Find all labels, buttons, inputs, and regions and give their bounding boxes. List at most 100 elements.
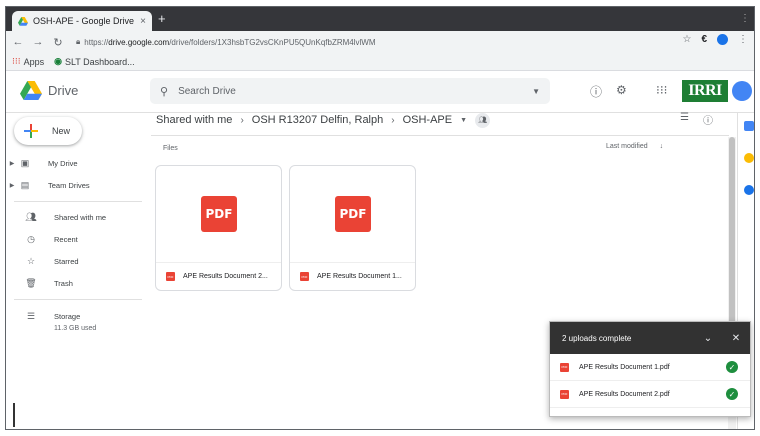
window-controls-icon[interactable]: ⋮ [740, 13, 750, 24]
apps-grid-icon: ⁝⁝⁝ [12, 56, 21, 66]
sort-control[interactable]: Last modified ↓ [606, 143, 663, 150]
sidebar-item-label: Starred [54, 256, 79, 266]
file-name: APE Results Document 2... [183, 273, 268, 280]
view-controls: ☰ ⓘ [680, 112, 713, 127]
pdf-file-icon: PDF [560, 362, 569, 372]
header-divider [151, 135, 729, 136]
search-options-icon[interactable]: ▼ [532, 87, 540, 96]
sidebar-item-starred[interactable]: ☆ Starred [6, 251, 146, 271]
storage-used-text: 11.3 GB used [54, 325, 97, 332]
files-section-label: Files [163, 145, 178, 152]
bookmark-apps[interactable]: ⁝⁝⁝ Apps [12, 56, 44, 67]
file-card-footer: PDF APE Results Document 1... [290, 262, 415, 290]
chevron-right-icon: › [240, 114, 244, 126]
expand-arrow-icon[interactable]: ▶ [6, 182, 18, 189]
address-bar[interactable]: https://drive.google.com/drive/folders/1… [84, 38, 375, 47]
url-host: drive.google.com [108, 37, 170, 47]
file-card[interactable]: PDF PDF APE Results Document 2... [155, 165, 282, 291]
url-prefix: https:// [84, 37, 109, 47]
close-icon[interactable]: ✕ [722, 333, 750, 344]
check-complete-icon: ✓ [726, 388, 738, 400]
trash-icon: 🗑︎ [25, 277, 37, 288]
details-info-icon[interactable]: ⓘ [703, 112, 713, 127]
sidebar: New ▶ ▣ My Drive ▶ ▤ Team Drives 👥︎ Shar… [6, 113, 151, 429]
settings-gear-icon[interactable]: ⚙ [616, 83, 627, 97]
search-placeholder: Search Drive [178, 85, 236, 97]
file-card[interactable]: PDF PDF APE Results Document 1... [289, 165, 416, 291]
profile-icon[interactable] [717, 34, 728, 45]
upload-panel-header: 2 uploads complete ⌄ ✕ [550, 322, 750, 354]
shared-with-me-icon: 👥︎ [25, 211, 37, 222]
team-drives-icon: ▤ [20, 179, 30, 190]
tab-close-icon[interactable]: × [140, 16, 146, 27]
keep-icon[interactable] [744, 153, 754, 163]
sort-direction-arrow-icon[interactable]: ↓ [660, 143, 664, 150]
drive-logo[interactable]: Drive [20, 81, 78, 100]
drive-logo-icon [20, 81, 42, 100]
breadcrumb-item[interactable]: Shared with me [156, 114, 232, 126]
drive-header: Drive ⚲ Search Drive ▼ ⓘ ⚙ ⁝⁝⁝ IRRI [6, 71, 754, 113]
search-icon[interactable]: ⚲ [160, 85, 168, 98]
sidebar-item-storage[interactable]: ☰ Storage [6, 306, 146, 326]
sidebar-item-shared-with-me[interactable]: 👥︎ Shared with me [6, 207, 146, 227]
sidebar-item-label: Recent [54, 234, 78, 244]
bookmark-label: SLT Dashboard... [64, 56, 135, 67]
bookmark-label: Apps [23, 56, 45, 67]
list-view-icon[interactable]: ☰ [680, 112, 689, 127]
my-drive-icon: ▣ [20, 157, 30, 168]
upload-row[interactable]: PDF APE Results Document 1.pdf ✓ [550, 354, 750, 381]
url-path: /drive/folders/1X3hsbTG2vsCKnPU5QUnKqfbZ… [169, 37, 376, 47]
chevron-right-icon: › [391, 114, 395, 126]
drive-favicon-icon [18, 16, 28, 26]
new-plus-icon [24, 124, 38, 138]
lock-icon: 🔒︎ [76, 37, 81, 46]
help-icon[interactable]: ⓘ [590, 83, 602, 100]
browser-menu-icon[interactable]: ⋮ [738, 34, 748, 45]
browser-toolbar: ← → ↻ 🔒︎ https://drive.google.com/drive/… [6, 31, 754, 53]
drive-product-name: Drive [48, 83, 79, 98]
tasks-icon[interactable] [744, 185, 754, 195]
breadcrumb: Shared with me › OSH R13207 Delfin, Ralp… [156, 109, 491, 131]
folder-menu-dropdown-icon[interactable]: ▼ [460, 117, 467, 124]
reload-icon[interactable]: ↻ [50, 36, 66, 49]
extension-icon[interactable]: € [701, 34, 707, 45]
apps-launcher-icon[interactable]: ⁝⁝⁝ [656, 83, 667, 97]
sidebar-item-trash[interactable]: 🗑︎ Trash [6, 273, 146, 293]
bookmark-slt-dashboard[interactable]: ◉ SLT Dashboard... [54, 56, 135, 67]
star-icon: ☆ [26, 255, 36, 266]
upload-row[interactable]: PDF APE Results Document 2.pdf ✓ [550, 381, 750, 408]
sidebar-item-team-drives[interactable]: ▶ ▤ Team Drives [6, 175, 146, 195]
file-card-footer: PDF APE Results Document 2... [156, 262, 281, 290]
irri-logo: IRRI [682, 80, 728, 102]
sidebar-item-label: Trash [54, 278, 73, 288]
shared-folder-icon: 👥︎ [475, 112, 491, 128]
new-button[interactable]: New [14, 117, 82, 145]
breadcrumb-item[interactable]: OSH R13207 Delfin, Ralph [252, 114, 383, 126]
pdf-file-icon: PDF [166, 272, 175, 281]
calendar-icon[interactable] [744, 121, 754, 131]
breadcrumb-current-folder[interactable]: OSH-APE [403, 114, 453, 126]
expand-arrow-icon[interactable]: ▶ [6, 160, 18, 167]
browser-window: OSH-APE - Google Drive × + ⋮ ← → ↻ 🔒︎ ht… [5, 6, 755, 430]
sidebar-item-label: Team Drives [48, 180, 90, 190]
sidebar-divider [14, 299, 142, 300]
collapse-chevron-icon[interactable]: ⌄ [694, 333, 722, 344]
browser-tab[interactable]: OSH-APE - Google Drive × [12, 11, 152, 31]
back-icon[interactable]: ← [10, 36, 26, 48]
account-avatar[interactable] [732, 81, 752, 101]
bookmark-star-icon[interactable]: ☆ [682, 34, 691, 45]
file-name: APE Results Document 1... [317, 273, 402, 280]
sidebar-item-my-drive[interactable]: ▶ ▣ My Drive [6, 153, 146, 173]
tab-strip: OSH-APE - Google Drive × + ⋮ [6, 7, 754, 31]
sidebar-item-label: Shared with me [54, 212, 107, 222]
pdf-file-icon: PDF [300, 272, 309, 281]
search-input[interactable]: ⚲ Search Drive ▼ [150, 78, 550, 104]
new-tab-button[interactable]: + [158, 11, 166, 27]
left-edge-marker [13, 403, 15, 427]
sidebar-item-recent[interactable]: ◷ Recent [6, 229, 146, 249]
sort-label: Last modified [606, 143, 648, 150]
upload-panel-title: 2 uploads complete [562, 333, 632, 343]
forward-icon[interactable]: → [30, 36, 46, 48]
check-complete-icon: ✓ [726, 361, 738, 373]
pdf-thumbnail-icon: PDF [335, 196, 371, 232]
